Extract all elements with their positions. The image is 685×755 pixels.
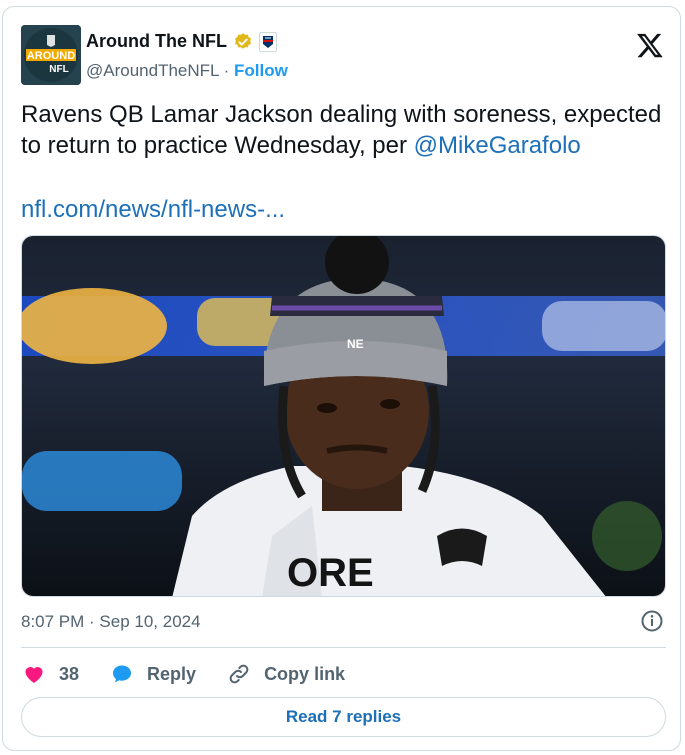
read-replies-button[interactable]: Read 7 replies: [21, 697, 666, 737]
nfl-affiliate-badge-icon: [258, 31, 277, 52]
info-icon[interactable]: [640, 609, 664, 633]
heart-icon: [25, 667, 43, 683]
mention-link[interactable]: @MikeGarafolo: [414, 132, 581, 159]
x-logo-icon[interactable]: [636, 31, 664, 59]
reply-button[interactable]: Reply: [109, 662, 196, 686]
reply-label: Reply: [147, 663, 197, 684]
tweet-meta: 8:07 PM · Sep 10, 2024: [21, 609, 666, 633]
copy-link-label: Copy link: [264, 663, 346, 684]
avatar-logo-subtext: NFL: [49, 64, 68, 75]
reply-bubble-icon: [113, 665, 132, 683]
svg-text:NE: NE: [347, 337, 364, 351]
copy-link-button[interactable]: Copy link: [226, 662, 345, 686]
display-name[interactable]: Around The NFL: [86, 31, 227, 52]
verified-badge-icon: [234, 32, 251, 49]
tweet-text: Ravens QB Lamar Jackson dealing with sor…: [21, 99, 671, 161]
timestamp[interactable]: 8:07 PM · Sep 10, 2024: [21, 612, 201, 631]
action-bar: 38 Reply Copy link: [21, 659, 375, 689]
link-chain-icon: [229, 664, 249, 684]
separator: ·: [223, 61, 230, 80]
article-link[interactable]: nfl.com/news/nfl-news-...: [21, 196, 285, 224]
tweet-card: AROUND NFL Around The NFL @AroundTheNFL …: [2, 6, 681, 751]
avatar-logo-text: AROUND: [27, 50, 75, 62]
avatar[interactable]: AROUND NFL: [21, 25, 81, 85]
handle-row: @AroundTheNFL · Follow: [86, 61, 288, 81]
like-count: 38: [59, 663, 80, 684]
like-button[interactable]: 38: [21, 662, 79, 686]
divider: [21, 647, 666, 648]
follow-button[interactable]: Follow: [234, 61, 288, 80]
svg-text:ORE: ORE: [287, 551, 374, 595]
name-row: Around The NFL: [86, 31, 277, 52]
read-replies-label: Read 7 replies: [285, 707, 402, 726]
tweet-header: AROUND NFL Around The NFL @AroundTheNFL …: [21, 23, 666, 85]
tweet-photo[interactable]: ORE NE: [21, 235, 666, 597]
handle[interactable]: @AroundTheNFL: [86, 61, 219, 80]
